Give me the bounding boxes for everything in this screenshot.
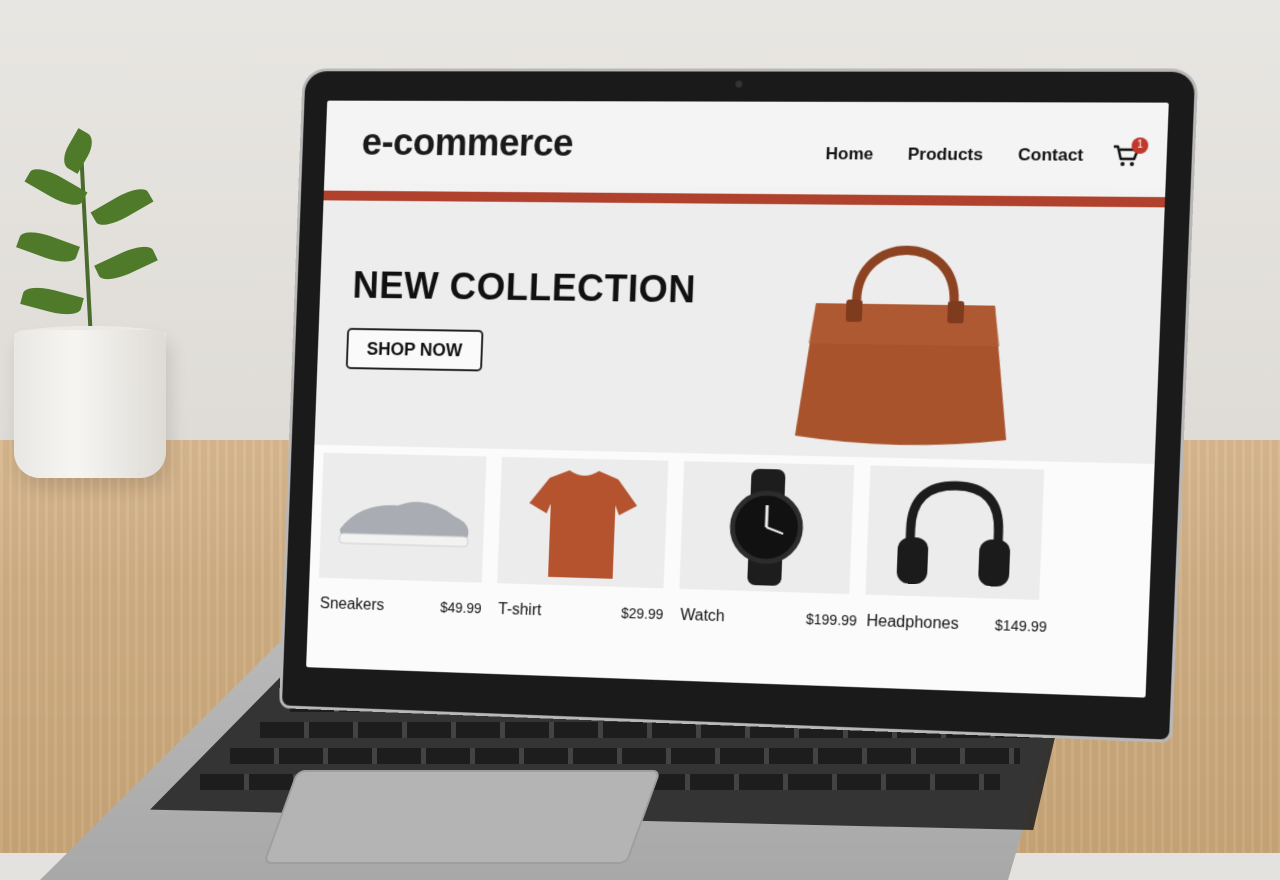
- watch-icon: [679, 468, 854, 586]
- product-name: Watch: [680, 606, 726, 626]
- product-card[interactable]: Watch $199.99: [679, 461, 862, 629]
- hero-banner: NEW COLLECTION SHOP NOW: [314, 200, 1165, 464]
- product-price: $199.99: [805, 610, 858, 629]
- product-name: Sneakers: [319, 595, 385, 615]
- product-card[interactable]: Headphones $149.99: [865, 465, 1052, 635]
- product-price: $29.99: [620, 604, 664, 623]
- screen: e-commerce Home Products Contact 1 NEW C…: [306, 100, 1169, 698]
- product-grid: Sneakers $49.99 T-shirt $29.99 Watch $19…: [306, 444, 1155, 698]
- product-name: T-shirt: [497, 601, 542, 620]
- product-name: Headphones: [866, 612, 960, 633]
- nav-products[interactable]: Products: [907, 145, 983, 166]
- handbag-icon[interactable]: [780, 212, 1029, 454]
- product-price: $49.99: [439, 599, 482, 617]
- product-price: $149.99: [994, 616, 1048, 635]
- site-header: e-commerce Home Products Contact 1: [324, 100, 1169, 189]
- camera: [735, 80, 743, 88]
- product-card[interactable]: Sneakers $49.99: [318, 452, 494, 616]
- cart-count-badge: 1: [1131, 137, 1149, 154]
- headphones-icon: [865, 465, 1044, 587]
- nav-contact[interactable]: Contact: [1018, 145, 1084, 166]
- shop-now-button[interactable]: SHOP NOW: [345, 327, 484, 372]
- hero-title: NEW COLLECTION: [351, 265, 697, 312]
- site-logo[interactable]: e-commerce: [361, 122, 574, 165]
- product-card[interactable]: T-shirt $29.99: [497, 456, 676, 622]
- trackpad: [262, 770, 662, 864]
- nav-home[interactable]: Home: [825, 144, 873, 164]
- laptop-display: e-commerce Home Products Contact 1 NEW C…: [281, 71, 1196, 740]
- sneaker-icon: [319, 499, 487, 583]
- main-nav: Home Products Contact: [825, 144, 1083, 166]
- tshirt-icon: [526, 469, 639, 580]
